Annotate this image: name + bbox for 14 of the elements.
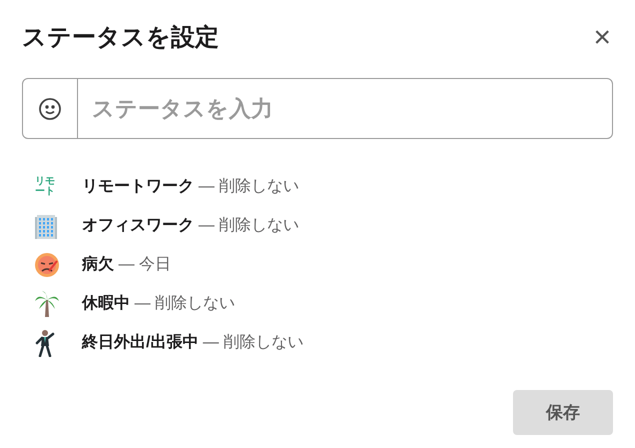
remote-emoji-text: リモート <box>34 177 56 197</box>
office-building-icon <box>34 213 58 239</box>
close-button[interactable]: × <box>593 23 611 53</box>
status-preset[interactable]: リモートワーク — 削除しない <box>82 175 299 199</box>
save-button[interactable]: 保存 <box>513 390 613 435</box>
sick-face-icon <box>34 252 60 278</box>
smiley-icon <box>38 96 62 120</box>
status-preset[interactable]: オフィスワーク — 削除しない <box>82 214 299 238</box>
status-preset[interactable]: 病欠 — 今日 <box>82 253 171 277</box>
status-preset[interactable]: 休暇中 — 削除しない <box>82 292 235 316</box>
dialog-title: ステータスを設定 <box>22 23 219 53</box>
palm-tree-icon <box>34 290 60 318</box>
status-preset[interactable]: 終日外出/出張中 — 削除しない <box>82 331 304 355</box>
walking-person-icon <box>34 329 56 357</box>
